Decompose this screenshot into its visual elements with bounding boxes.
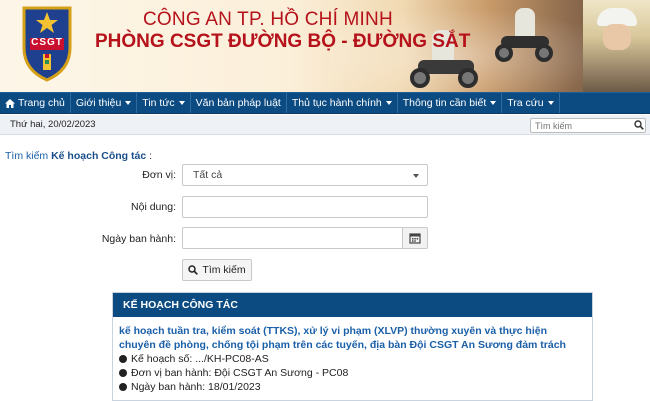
header-banner: CSGT CÔNG AN TP. HỒ CHÍ MINH PHÒNG CSGT … (0, 0, 650, 92)
caret-down-icon (178, 101, 185, 105)
result-item: kế hoạch tuần tra, kiểm soát (TTKS), xử … (113, 317, 592, 394)
nav-item-home[interactable]: Trang chủ (0, 93, 71, 113)
nav-item-introduction[interactable]: Giới thiệu (71, 93, 138, 113)
content-label: Nội dung: (131, 201, 176, 213)
calendar-icon (409, 233, 421, 244)
csgt-logo-text: CSGT (31, 37, 63, 48)
results-heading: KẾ HOẠCH CÔNG TÁC (113, 293, 592, 317)
unit-label: Đơn vị: (142, 169, 176, 181)
result-issuer-text: Đơn vị ban hành: Đội CSGT An Sương - PC0… (131, 367, 349, 379)
result-plan-number-text: Kế hoạch số: .../KH-PC08-AS (131, 353, 269, 365)
unit-select-value: Tất cả (193, 169, 223, 181)
breadcrumb: Tìm kiếm Kế hoạch Công tác : (5, 150, 152, 162)
breadcrumb-suffix: : (149, 150, 153, 162)
nav-item-legal-documents[interactable]: Văn bản pháp luật (191, 93, 287, 113)
results-panel: KẾ HOẠCH CÔNG TÁC kế hoạch tuần tra, kiể… (112, 292, 593, 401)
banner-officer-photo (583, 0, 650, 92)
nav-item-useful-info[interactable]: Thông tin cần biết (398, 93, 503, 113)
caret-down-icon (125, 101, 132, 105)
caret-down-icon (547, 101, 554, 105)
caret-down-icon (385, 101, 392, 105)
breadcrumb-search-link[interactable]: Tìm kiếm (5, 150, 48, 162)
nav-item-label: Tra cứu (507, 96, 544, 109)
nav-item-label: Giới thiệu (75, 96, 122, 109)
chevron-down-icon (413, 174, 419, 178)
breadcrumb-current: Kế hoạch Công tác (51, 150, 147, 162)
current-date: Thứ hai, 20/02/2023 (10, 119, 96, 130)
search-submit-button[interactable]: Tìm kiếm (182, 259, 252, 281)
result-issuer: Đơn vị ban hành: Đội CSGT An Sương - PC0… (119, 366, 586, 380)
nav-item-label: Trang chủ (18, 96, 65, 109)
search-icon[interactable] (634, 120, 644, 130)
main-nav: Trang chủ Giới thiệu Tin tức Văn bản phá… (0, 92, 650, 114)
site-title-line2: PHÒNG CSGT ĐƯỜNG BỘ - ĐƯỜNG SẮT (95, 31, 471, 52)
nav-item-news[interactable]: Tin tức (137, 93, 191, 113)
nav-item-label: Văn bản pháp luật (195, 96, 281, 109)
bullet-icon (119, 369, 127, 377)
unit-select[interactable]: Tất cả (182, 164, 428, 186)
calendar-button[interactable] (402, 227, 428, 249)
site-title-line1: CÔNG AN TP. HỒ CHÍ MINH (143, 9, 393, 30)
search-icon (188, 265, 199, 275)
bullet-icon (119, 383, 127, 391)
result-plan-number: Kế hoạch số: .../KH-PC08-AS (119, 352, 586, 366)
issue-date-input[interactable] (182, 227, 403, 249)
bullet-icon (119, 355, 127, 363)
nav-item-label: Thủ tục hành chính (291, 96, 382, 109)
home-icon (5, 98, 15, 108)
result-issue-date: Ngày ban hành: 18/01/2023 (119, 380, 586, 394)
content-input[interactable] (182, 196, 428, 218)
site-search-input[interactable] (530, 118, 646, 133)
search-submit-label: Tìm kiếm (202, 264, 246, 276)
top-info-bar: Thứ hai, 20/02/2023 (0, 115, 650, 135)
nav-item-label: Tin tức (142, 96, 175, 109)
nav-item-lookup[interactable]: Tra cứu (502, 93, 560, 113)
issue-date-label: Ngày ban hành: (101, 233, 176, 245)
result-issue-date-text: Ngày ban hành: 18/01/2023 (131, 381, 261, 393)
result-title-link[interactable]: kế hoạch tuần tra, kiểm soát (TTKS), xử … (119, 324, 586, 352)
banner-motorbike-2 (495, 8, 555, 78)
nav-item-label: Thông tin cần biết (402, 96, 487, 109)
nav-item-administrative-procedures[interactable]: Thủ tục hành chính (287, 93, 398, 113)
caret-down-icon (490, 101, 497, 105)
